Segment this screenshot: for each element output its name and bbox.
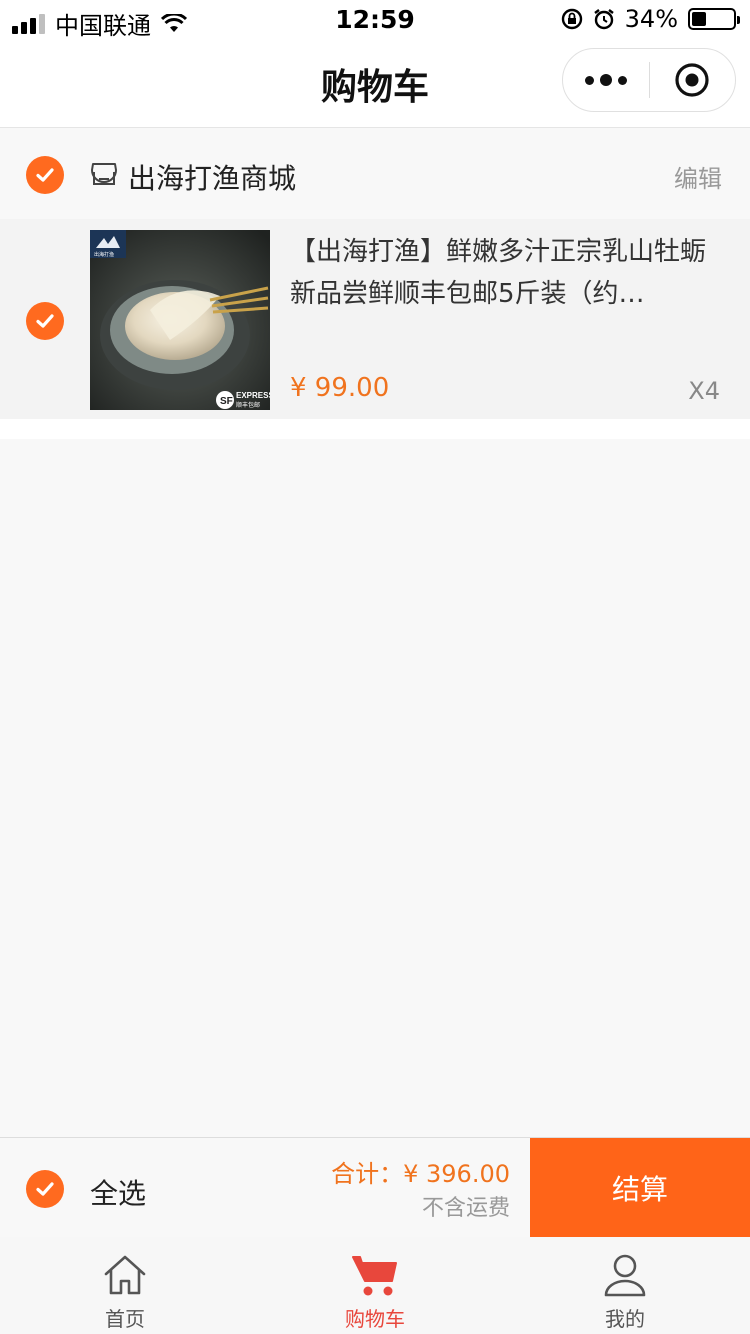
- rotation-lock-icon: [561, 8, 582, 30]
- product-price: ¥ 99.00: [290, 373, 390, 403]
- checkout-button[interactable]: 结算: [530, 1138, 750, 1238]
- item-checkbox[interactable]: [26, 302, 64, 340]
- battery-icon: [688, 8, 740, 30]
- tab-profile[interactable]: 我的: [500, 1237, 750, 1334]
- express-badge: EXPRESS: [236, 391, 270, 400]
- select-all-checkbox[interactable]: [26, 1170, 64, 1208]
- edit-button[interactable]: 编辑: [674, 159, 722, 194]
- checkmark-icon: [36, 1182, 54, 1196]
- checkout-bar: 全选 合计：¥ 396.00 不含运费 结算: [0, 1137, 750, 1238]
- home-icon: [104, 1255, 146, 1295]
- tab-home-label: 首页: [105, 1307, 145, 1331]
- oyster-image: SF EXPRESS 顺丰包邮 出海打渔: [90, 230, 270, 410]
- select-all-label[interactable]: 全选: [90, 1172, 146, 1212]
- product-image[interactable]: SF EXPRESS 顺丰包邮 出海打渔: [90, 230, 270, 410]
- cart-icon: [352, 1256, 397, 1296]
- more-dot: [584, 75, 594, 85]
- battery-level: [692, 12, 706, 26]
- cart-item[interactable]: SF EXPRESS 顺丰包邮 出海打渔 【出海打渔】鲜嫩多汁正宗乳山牡蛎新品尝…: [0, 219, 750, 419]
- more-dot: [617, 75, 627, 85]
- more-dot: [599, 74, 612, 86]
- tab-home[interactable]: 首页: [0, 1237, 250, 1334]
- tab-cart[interactable]: 购物车: [250, 1237, 500, 1334]
- more-button[interactable]: [563, 74, 649, 86]
- product-quantity: X4: [688, 377, 720, 405]
- checkmark-icon: [36, 168, 54, 182]
- shipping-note: 不含运费: [421, 1196, 510, 1221]
- tab-profile-label: 我的: [605, 1307, 645, 1331]
- nav-bar: 购物车: [0, 40, 750, 128]
- battery-percent: 34%: [624, 5, 678, 33]
- user-icon: [604, 1254, 646, 1297]
- store-icon: [91, 163, 117, 185]
- shop-checkbox[interactable]: [26, 156, 64, 194]
- close-button[interactable]: [650, 62, 736, 98]
- alarm-icon: [593, 9, 614, 30]
- express-badge-sub: 顺丰包邮: [236, 401, 260, 409]
- status-right: 34%: [561, 5, 740, 33]
- target-icon: [675, 63, 709, 97]
- status-bar: 中国联通 12:59 34%: [0, 0, 750, 40]
- mini-program-capsule: [562, 48, 736, 112]
- shop-header: 出海打渔商城 编辑: [0, 129, 750, 219]
- tab-cart-label: 购物车: [345, 1307, 405, 1331]
- cart-page: 中国联通 12:59 34% 购物车 出海打渔商城 编辑 SF EXPRES 顺…: [0, 0, 750, 1334]
- tab-bar: 首页 购物车 我的: [0, 1237, 750, 1334]
- brand-logo-text: 出海打渔: [94, 251, 114, 258]
- shop-name[interactable]: 出海打渔商城: [128, 157, 296, 197]
- total-amount: 合计：¥ 396.00: [331, 1160, 510, 1188]
- product-title[interactable]: 【出海打渔】鲜嫩多汁正宗乳山牡蛎新品尝鲜顺丰包邮5斤装（约…: [290, 231, 720, 315]
- checkmark-icon: [36, 314, 54, 328]
- section-divider: [0, 419, 750, 439]
- svg-text:SF: SF: [220, 396, 233, 407]
